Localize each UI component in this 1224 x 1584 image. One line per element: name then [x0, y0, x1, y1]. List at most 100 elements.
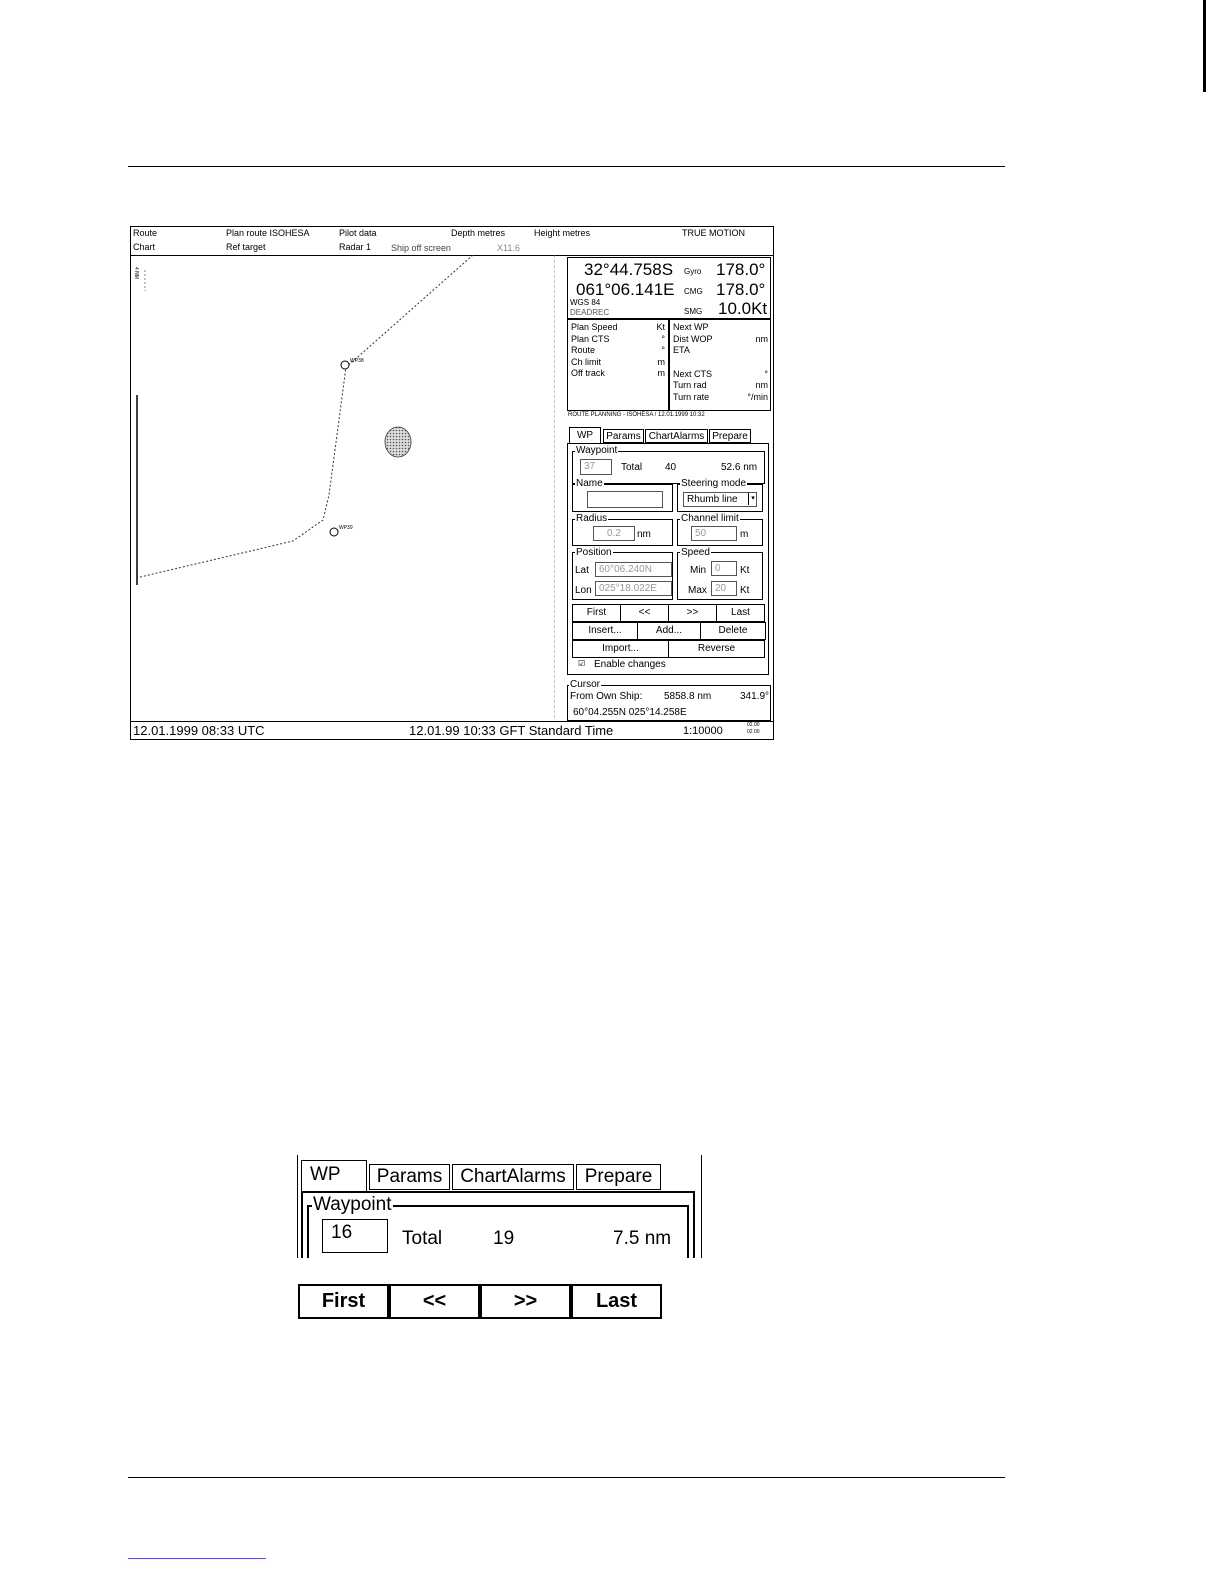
waypoint-number-field[interactable]: 37: [580, 459, 612, 475]
plan-data-row: Plan Speed Kt: [571, 322, 665, 334]
speed-max-field[interactable]: 20: [711, 581, 737, 596]
plan-data-label: Ch limit: [571, 356, 602, 367]
previous-button[interactable]: <<: [620, 604, 669, 622]
depth-units-label[interactable]: Depth metres: [451, 228, 505, 238]
plan-data-panel: Plan Speed Kt Plan CTS ° Route ° Ch limit m Off …: [567, 319, 669, 411]
tab-prepare[interactable]: Prepare: [709, 429, 751, 443]
utc-time: 12.01.1999 08:33 UTC: [133, 723, 265, 738]
add-button[interactable]: Add...: [637, 622, 701, 640]
detail-right-edge: [701, 1155, 702, 1258]
detail-distance: 7.5 nm: [613, 1228, 672, 1249]
lat-label: Lat: [575, 565, 589, 576]
gyro-value: 178.0°: [716, 260, 766, 279]
steering-mode-label: Steering mode: [680, 478, 748, 489]
plan-data-label: Next WP: [673, 322, 709, 332]
tab-chartalarms[interactable]: ChartAlarms: [645, 429, 708, 443]
radar-label[interactable]: Radar 1: [339, 242, 371, 252]
enable-changes-checkbox[interactable]: ☑: [578, 659, 585, 668]
page-edge-bar: [1203, 0, 1206, 92]
zoom-factor-label: X11.6: [497, 243, 520, 253]
plan-data-label: Next CTS: [673, 368, 713, 379]
plan-data-unit: m: [657, 356, 666, 367]
lat-field[interactable]: 60°06.240N: [595, 562, 672, 577]
plan-data-label: Route: [571, 345, 596, 355]
detail-last-button[interactable]: Last: [571, 1284, 662, 1319]
route-io-buttons: Import... Reverse: [572, 640, 766, 658]
top-bar: Route Plan route ISOHESA Pilot data Dept…: [131, 227, 773, 256]
route-leg-line: [135, 255, 474, 579]
waypoint-marker-a: [340, 360, 350, 370]
waypoint-name-field[interactable]: [587, 491, 663, 508]
waypoint-marker-b: [329, 527, 339, 537]
chart-view[interactable]: [131, 255, 555, 720]
last-button[interactable]: Last: [716, 604, 765, 622]
plan-data-unit: nm: [755, 333, 768, 344]
footer-rule: [128, 1477, 1005, 1478]
enable-changes-label: Enable changes: [594, 659, 666, 670]
ship-off-screen-label: Ship off screen: [391, 243, 451, 253]
height-units-label[interactable]: Height metres: [534, 228, 590, 238]
plan-route-label[interactable]: Plan route ISOHESA: [226, 228, 310, 238]
own-ship-lat: 32°44.758S: [584, 260, 674, 279]
detail-tab-chartalarms[interactable]: ChartAlarms: [452, 1164, 574, 1190]
lon-field[interactable]: 025°18.022E: [595, 581, 672, 596]
gyro-label: Gyro: [684, 267, 702, 276]
detail-first-button[interactable]: First: [298, 1284, 389, 1319]
wp-tab-panel: Waypoint 37 Total 40 52.6 nm Name Steeri…: [567, 443, 769, 675]
channel-limit-field[interactable]: 50: [691, 526, 737, 541]
speed-max-unit: Kt: [740, 585, 750, 596]
chevron-down-icon[interactable]: ▾: [748, 493, 757, 505]
speed-min-field[interactable]: 0: [711, 561, 737, 576]
route-menu[interactable]: Route: [133, 228, 157, 238]
plan-data-unit: °: [661, 333, 665, 344]
waypoint-label-b: WP39: [339, 525, 353, 531]
smg-label: SMG: [684, 307, 703, 316]
steering-mode-select[interactable]: Rhumb line: [683, 492, 757, 507]
cursor-bearing: 341.9°: [740, 691, 770, 702]
detail-next-button[interactable]: >>: [480, 1284, 571, 1319]
reverse-button[interactable]: Reverse: [668, 640, 765, 658]
waypoint-label-a: WP38: [350, 358, 364, 364]
plan-data-row: Off track m: [571, 368, 665, 380]
plan-data-label: Turn rad: [673, 380, 707, 390]
tab-params[interactable]: Params: [603, 429, 644, 443]
plan-data-row: Next WP: [673, 322, 768, 334]
chart-menu[interactable]: Chart: [133, 242, 155, 252]
status-bar: 12.01.1999 08:33 UTC 12.01.99 10:33 GFT …: [131, 721, 773, 740]
plan-data-row: Route °: [571, 345, 665, 357]
plan-data-label: ETA: [673, 345, 690, 355]
first-button[interactable]: First: [572, 604, 621, 622]
channel-limit-unit: m: [740, 529, 749, 540]
speed-max-label: Max: [688, 585, 707, 596]
insert-button[interactable]: Insert...: [572, 622, 638, 640]
radius-field[interactable]: 0.2: [593, 526, 635, 541]
plan-data-row: ETA: [673, 345, 768, 357]
detail-panel: WP Params ChartAlarms Prepare Waypoint 1…: [297, 1155, 703, 1258]
chart-scale[interactable]: 1:10000: [683, 725, 723, 737]
ecdis-screen: Route Plan route ISOHESA Pilot data Dept…: [130, 226, 774, 740]
cmg-label: CMG: [684, 287, 703, 296]
detail-tab-prepare[interactable]: Prepare: [576, 1164, 661, 1190]
delete-button[interactable]: Delete: [700, 622, 766, 640]
detail-previous-button[interactable]: <<: [389, 1284, 480, 1319]
detail-total-label: Total: [402, 1228, 443, 1249]
scale-label: 4 NM: [133, 267, 139, 279]
radius-group-label: Radius: [575, 513, 609, 524]
plan-data-row: Plan CTS °: [571, 334, 665, 346]
pilot-data-menu[interactable]: Pilot data: [339, 228, 377, 238]
position-group-label: Position: [575, 547, 613, 558]
ref-target-label[interactable]: Ref target: [226, 242, 266, 252]
detail-waypoint-number-field[interactable]: 16: [322, 1219, 388, 1253]
status-small-2: 02.00: [747, 729, 760, 735]
cmg-value: 178.0°: [716, 280, 766, 299]
import-button[interactable]: Import...: [572, 640, 669, 658]
plan-data-label: Off track: [571, 368, 605, 378]
motion-mode-label[interactable]: TRUE MOTION: [682, 228, 745, 238]
detail-tab-wp[interactable]: WP: [301, 1160, 367, 1192]
tab-wp[interactable]: WP: [569, 427, 601, 444]
next-button[interactable]: >>: [668, 604, 717, 622]
cursor-position: 60°04.255N 025°14.258E: [573, 707, 687, 718]
plan-data-unit: m: [657, 368, 666, 378]
route-planning-title: ROUTE PLANNING - ISOHESA / 12.01.1999 10…: [568, 412, 705, 418]
detail-tab-params[interactable]: Params: [369, 1164, 450, 1190]
